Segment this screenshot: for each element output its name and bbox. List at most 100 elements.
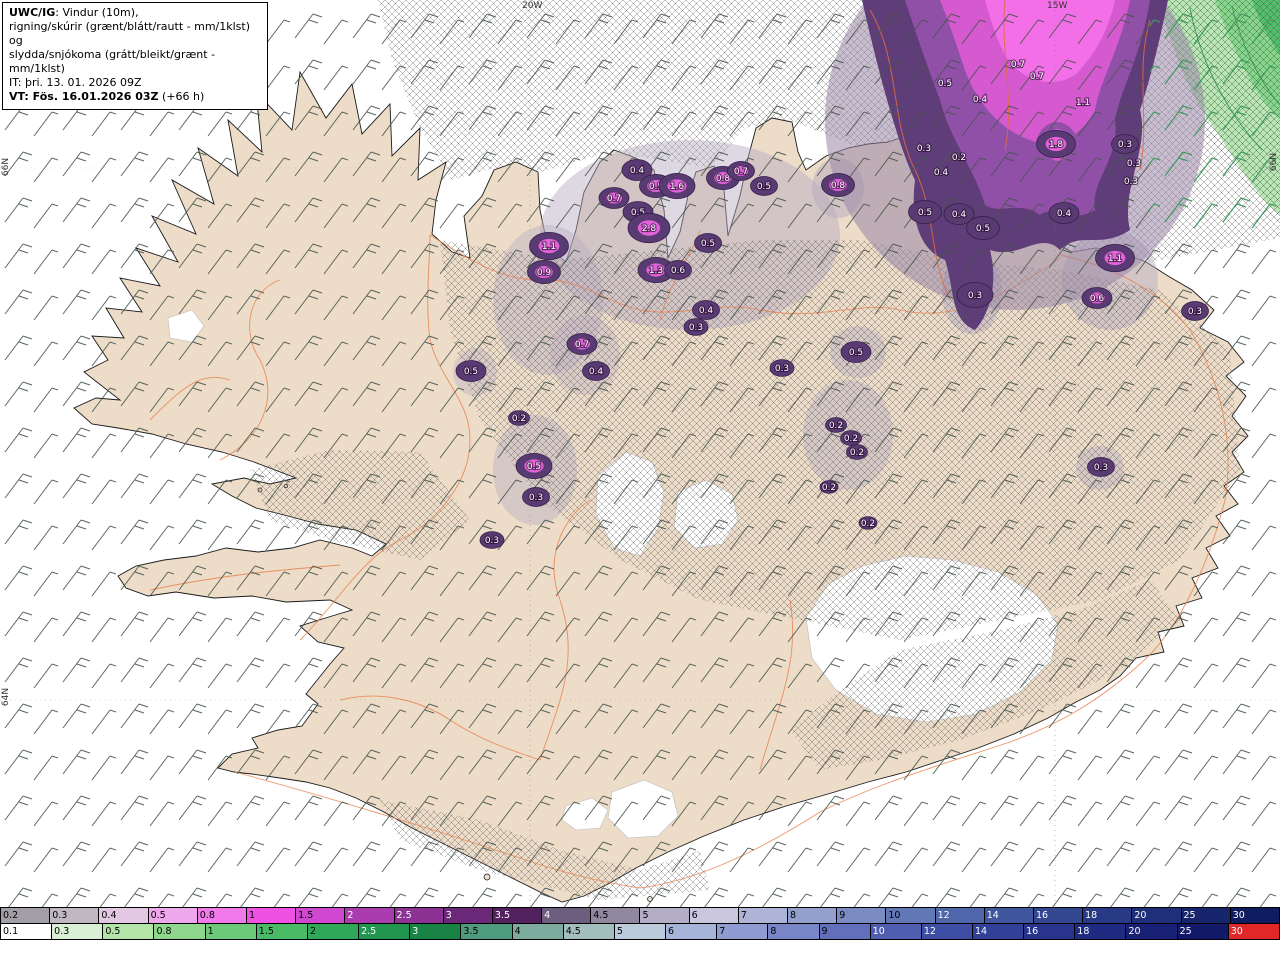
snow-value-label: 0.2	[952, 153, 966, 163]
snow-value-label: 0.5	[938, 79, 952, 89]
legend-cell: 30	[1230, 907, 1280, 924]
legend-cell: 7	[717, 923, 769, 940]
snow-value-label: 0.5	[757, 182, 771, 192]
legend-cell: 14	[984, 907, 1034, 924]
legend-cell: 6	[666, 923, 718, 940]
legend-cell: 1	[246, 907, 297, 924]
snow-amount-marker: 0.5	[966, 216, 1000, 240]
snow-value-label: 0.7	[1030, 72, 1044, 82]
legend-cell: 3.5	[492, 907, 543, 924]
snow-value-label: 0.8	[716, 174, 731, 184]
lon-label-20w: 20W	[522, 1, 543, 11]
iceland-weather-map: 0.50.70.70.4 1.11.80.30.20.40.30.30.30.5 0…	[0, 0, 1280, 908]
legend-cell: 4	[512, 923, 564, 940]
legend-cell: 4	[542, 907, 592, 924]
snow-value-label: 0.4	[1057, 209, 1072, 219]
snow-amount-marker: 0.5	[455, 360, 487, 382]
lon-label-15w: 15W	[1047, 1, 1068, 11]
snow-value-label: 0.2	[829, 421, 843, 431]
legend-cell: 18	[1083, 907, 1133, 924]
legend-cell: 5	[614, 923, 667, 940]
init-time: IT: þri. 13. 01. 2026 09Z	[9, 76, 142, 90]
valid-time: VT: Fös. 16.01.2026 03Z (+66 h)	[9, 90, 205, 104]
snow-amount-marker: 0.3	[479, 531, 505, 549]
snow-value-label: 0.2	[850, 448, 864, 458]
snow-value-label: 0.4	[589, 367, 604, 377]
snow-value-label: 0.5	[527, 462, 541, 472]
snow-value-label: 0.4	[699, 306, 714, 316]
legend-cell: 8	[768, 923, 820, 940]
legend-cell: 1	[205, 923, 257, 940]
legend-cell: 12	[921, 923, 973, 940]
chart-title-box: UWC/IG: Vindur (10m), rigning/skúrir (gr…	[2, 2, 268, 110]
legend-cell: 3	[443, 907, 493, 924]
snow-amount-marker: 0.3	[1087, 457, 1115, 477]
snow-amount-marker: 0.2	[819, 480, 839, 494]
legend-cell: 0.1	[0, 923, 53, 940]
snow-amount-marker: 0.2	[858, 516, 878, 530]
legend-cell: 2.5	[394, 907, 444, 924]
legend-cell: 9	[819, 923, 871, 940]
snow-value-label: 0.3	[529, 493, 543, 503]
snow-value-label: 1.1	[1076, 98, 1090, 108]
snow-value-label: 0.4	[952, 210, 967, 220]
snow-amount-marker: 0.7	[1010, 59, 1027, 71]
snow-amount-marker: 0.2	[846, 444, 868, 460]
snow-amount-marker: 0.3	[956, 281, 994, 308]
snow-amount-marker: 1.1	[529, 231, 569, 261]
legend-cell: 4.5	[591, 907, 641, 924]
legend-row-rain: 0.1 0.3 0.5 0.8 1 1.5 2 2.5 3 3.5 4 4.5 5 6 7 8 9 10 12 14 1…	[0, 923, 1280, 940]
snow-value-label: 0.6	[671, 266, 686, 276]
snow-amount-marker: 1.6	[658, 172, 696, 199]
snow-amount-marker: 0.5	[908, 200, 942, 224]
snow-value-label: 0.4	[630, 166, 645, 176]
snow-value-label: 0.8	[831, 181, 846, 191]
snow-value-label: 0.7	[734, 167, 748, 177]
snow-value-label: 0.5	[918, 208, 932, 218]
snow-amount-marker: 2.8	[627, 212, 671, 244]
title-line-3: slydda/snjókoma (grátt/bleikt/grænt - mm…	[9, 48, 216, 76]
legend-cell: 25	[1177, 923, 1229, 940]
snow-value-label: 0.7	[607, 194, 621, 204]
snow-value-label: 0.3	[485, 536, 499, 546]
snow-value-label: 0.5	[701, 239, 715, 249]
snow-amount-marker: 0.8	[821, 173, 855, 197]
legend-cell: 10	[870, 923, 922, 940]
snow-value-label: 0.3	[1118, 140, 1132, 150]
snow-amount-marker: 0.3	[916, 143, 933, 155]
snow-amount-marker: 1.1	[1075, 97, 1092, 109]
snow-value-label: 1.6	[670, 182, 685, 192]
legend-cell: 0.5	[103, 923, 155, 940]
legend-cell: 16	[1033, 907, 1084, 924]
snow-amount-marker: 0.4	[692, 300, 720, 320]
snow-amount-marker: 1.1	[1095, 243, 1135, 273]
snow-value-label: 0.3	[1188, 307, 1202, 317]
snow-amount-marker: 0.4	[933, 167, 950, 179]
snow-amount-marker: 0.6	[1081, 287, 1113, 309]
snow-value-label: 1.3	[649, 266, 663, 276]
model-name: UWC/IG	[9, 6, 56, 19]
snow-amount-marker: 0.2	[825, 417, 847, 433]
legend-cell: 30	[1228, 923, 1280, 940]
snow-amount-marker: 0.7	[566, 333, 598, 355]
legend-cell: 16	[1024, 923, 1076, 940]
lat-label-64n-left: 64N	[1, 687, 12, 707]
snow-value-label: 0.3	[917, 144, 931, 154]
snow-value-label: 0.3	[775, 364, 789, 374]
wind-barb-layer-green	[1150, 0, 1280, 230]
snow-amount-marker: 0.4	[1048, 202, 1080, 224]
legend-cell: 12	[935, 907, 985, 924]
snow-value-label: 0.2	[844, 434, 858, 444]
snow-value-label: 0.4	[934, 168, 949, 178]
snow-value-label: 0.3	[1124, 177, 1138, 187]
legend-cell: 18	[1075, 923, 1127, 940]
legend-row-sleet-snow: 0.2 0.3 0.4 0.5 0.8 1 1.5 2 2.5 3 3.5 4 4.5 5 6 7 8 9 10 12…	[0, 907, 1280, 924]
wind-barb-layer	[0, 0, 1280, 908]
legend-cell: 6	[689, 907, 739, 924]
legend-cell: 25	[1181, 907, 1231, 924]
legend-cell: 1.5	[256, 923, 308, 940]
snow-value-label: 1.1	[1108, 254, 1122, 264]
legend-cell: 0.8	[154, 923, 206, 940]
snow-amount-marker: 0.5	[515, 452, 553, 479]
snow-amount-marker: 0.4	[582, 361, 610, 381]
